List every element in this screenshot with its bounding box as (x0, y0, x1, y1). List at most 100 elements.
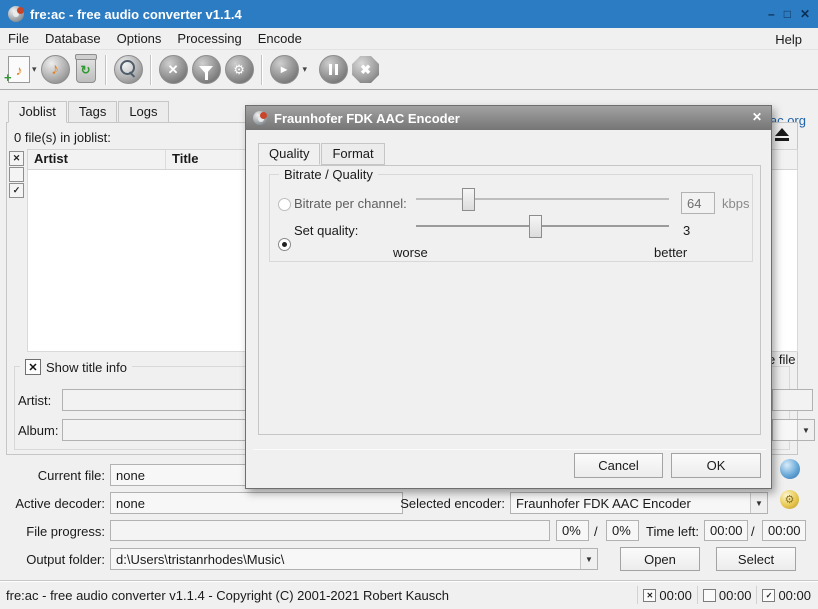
unselected-time-value: 00:00 (719, 588, 752, 603)
active-decoder-label: Active decoder: (14, 496, 105, 511)
joblist-count: 0 file(s) in joblist: (14, 130, 111, 145)
select-button[interactable]: Select (716, 547, 796, 571)
tab-quality[interactable]: Quality (258, 143, 320, 165)
menu-encode[interactable]: Encode (250, 31, 310, 46)
menu-help[interactable]: Help (767, 28, 810, 50)
bitrate-radio[interactable] (278, 198, 291, 211)
add-files-icon[interactable]: ♪ + (8, 56, 30, 83)
check-box-icon: ✓ (762, 589, 775, 602)
eject-icon (775, 128, 789, 136)
menu-database[interactable]: Database (37, 31, 109, 46)
empty-box-icon (703, 589, 716, 602)
total-time-value: 00:00 (778, 588, 811, 603)
worse-label: worse (393, 245, 428, 260)
dialog-close-button[interactable]: ✕ (752, 110, 762, 124)
pause-conversion-icon[interactable] (319, 55, 348, 84)
minimize-button[interactable]: – (768, 7, 775, 21)
selected-encoder-combo[interactable]: Fraunhofer FDK AAC Encoder ▼ (510, 492, 768, 514)
bitrate-slider-thumb[interactable] (462, 188, 475, 211)
title-field-fragment[interactable] (772, 389, 813, 411)
maximize-button[interactable]: □ (784, 7, 791, 21)
selected-encoder-label: Selected encoder: (400, 496, 505, 511)
gear-glyph: ⚙ (785, 493, 795, 506)
toolbar-separator (150, 55, 152, 85)
configure-settings-icon[interactable]: ⚙ (225, 55, 254, 84)
tab-tags[interactable]: Tags (68, 101, 117, 123)
filter-settings-icon[interactable] (192, 55, 221, 84)
note-glyph: ♪ (16, 62, 23, 78)
tab-logs[interactable]: Logs (118, 101, 168, 123)
tools-glyph: ✕ (168, 62, 179, 78)
toolbar: ♪ + ▾ ♪ ↻ ✕ ⚙ ► ▾ ✖ www.freac.org (0, 50, 818, 90)
active-decoder-value: none (116, 496, 145, 511)
joblist-entry-icon[interactable]: ♪ (41, 55, 70, 84)
bitrate-slider-track (416, 198, 669, 200)
genre-combo-fragment[interactable]: ▼ (772, 419, 815, 441)
better-label: better (654, 245, 687, 260)
title-bar: fre:ac - free audio converter v1.1.4 – □… (0, 0, 818, 28)
status-times: ✕ 00:00 00:00 ✓ 00:00 (637, 584, 816, 606)
tab-joblist[interactable]: Joblist (8, 101, 67, 123)
bitrate-unit-label: kbps (722, 196, 749, 211)
start-dropdown-icon[interactable]: ▾ (303, 64, 308, 75)
start-conversion-icon[interactable]: ► (270, 55, 299, 84)
chevron-down-icon[interactable]: ▼ (580, 549, 597, 569)
output-folder-label: Output folder: (14, 552, 105, 567)
quality-slider[interactable] (416, 215, 669, 237)
general-settings-icon[interactable]: ✕ (159, 55, 188, 84)
tab-format[interactable]: Format (321, 143, 384, 165)
selected-encoder-value: Fraunhofer FDK AAC Encoder (516, 496, 750, 511)
set-quality-radio[interactable] (278, 238, 291, 251)
encoder-settings-gear-icon[interactable]: ⚙ (780, 490, 799, 509)
menu-options[interactable]: Options (109, 31, 170, 46)
window-title: fre:ac - free audio converter v1.1.4 (30, 7, 242, 22)
album-label: Album: (18, 423, 58, 438)
toggle-selection-button[interactable]: ✓ (9, 183, 24, 198)
total-percent-value: 0% (612, 523, 631, 538)
bitrate-label: Bitrate per channel: (294, 196, 407, 211)
chevron-down-icon[interactable]: ▼ (750, 493, 767, 513)
pause-glyph (329, 64, 338, 75)
app-icon (8, 6, 24, 22)
clear-joblist-icon[interactable]: ↻ (76, 57, 96, 83)
main-tabs: JoblistTagsLogs (8, 101, 170, 123)
show-title-info-label: Show title info (46, 360, 127, 375)
dialog-app-icon (253, 111, 267, 125)
status-bar: fre:ac - free audio converter v1.1.4 - C… (0, 580, 818, 609)
show-title-info-checkbox[interactable]: ✕ (25, 359, 41, 375)
note-glyph: ♪ (51, 61, 59, 79)
progress-details-icon[interactable] (780, 459, 800, 479)
add-files-dropdown-icon[interactable]: ▾ (32, 64, 37, 75)
menu-processing[interactable]: Processing (169, 31, 249, 46)
cancel-button[interactable]: Cancel (574, 453, 663, 478)
output-folder-combo[interactable]: d:\Users\tristanrhodes\Music\ ▼ (110, 548, 598, 570)
menu-file[interactable]: File (0, 31, 37, 46)
file-progress-bar (110, 520, 550, 541)
ok-button[interactable]: OK (671, 453, 761, 478)
set-quality-label: Set quality: (294, 223, 358, 238)
bitrate-slider[interactable] (416, 188, 669, 210)
time-left-file-value: 00:00 (710, 523, 743, 538)
menu-bar: File Database Options Processing Encode … (0, 28, 818, 50)
magnifier-glyph (120, 60, 135, 75)
file-progress-label: File progress: (14, 524, 105, 539)
toolbar-separator (261, 55, 263, 85)
stop-conversion-icon[interactable]: ✖ (352, 56, 379, 83)
status-text: fre:ac - free audio converter v1.1.4 - C… (6, 588, 449, 603)
open-button[interactable]: Open (620, 547, 700, 571)
column-artist[interactable]: Artist (28, 150, 166, 169)
time-left-total-value: 00:00 (768, 523, 801, 538)
bitrate-value-field[interactable]: 64 (681, 192, 715, 214)
quality-slider-track (416, 225, 669, 227)
chevron-down-icon[interactable]: ▼ (797, 420, 814, 440)
eject-button[interactable] (775, 128, 789, 141)
quality-slider-thumb[interactable] (529, 215, 542, 238)
cddb-query-icon[interactable] (114, 55, 143, 84)
stop-glyph: ✖ (360, 62, 371, 78)
select-none-button[interactable] (9, 167, 24, 182)
close-button[interactable]: ✕ (800, 7, 810, 21)
time-left-total-field: 00:00 (762, 520, 806, 541)
unselected-time-cell: 00:00 (697, 586, 757, 604)
select-all-button[interactable]: ✕ (9, 151, 24, 166)
toolbar-separator (105, 55, 107, 85)
